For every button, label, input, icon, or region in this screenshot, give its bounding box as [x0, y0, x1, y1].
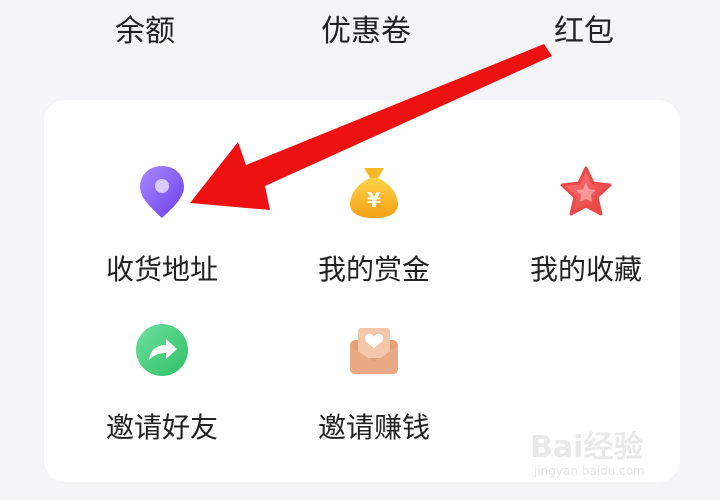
- watermark-brand: Bai经验: [530, 430, 644, 465]
- asset-summary-row: 余额 优惠卷 红包: [0, 0, 720, 70]
- red-packet-item[interactable]: 红包: [494, 10, 674, 54]
- share-arrow-icon: [136, 324, 188, 376]
- watermark-url: jingyan.baidu.com: [534, 464, 645, 478]
- grid-item-my-bounty[interactable]: ¥ 我的赏金: [268, 162, 480, 312]
- svg-text:¥: ¥: [367, 188, 381, 212]
- coupon-item[interactable]: 优惠卷: [276, 10, 456, 54]
- balance-label: 余额: [115, 14, 175, 49]
- envelope-heart-icon: [350, 328, 398, 374]
- balance-item[interactable]: 余额: [55, 10, 235, 54]
- location-pin-icon: [140, 166, 184, 218]
- red-packet-label: 红包: [554, 14, 614, 49]
- money-bag-icon: ¥: [350, 168, 398, 218]
- watermark: Bai经验 jingyan.baidu.com: [530, 412, 690, 492]
- grid-item-my-favorites[interactable]: 我的收藏: [480, 162, 692, 312]
- coupon-label: 优惠卷: [321, 14, 411, 49]
- grid-item-label: 邀请好友: [105, 411, 218, 444]
- grid-item-invite-friends[interactable]: 邀请好友: [56, 320, 268, 470]
- grid-item-shipping-address[interactable]: 收货地址: [56, 162, 268, 312]
- star-icon: [560, 166, 612, 216]
- grid-item-label: 收货地址: [105, 253, 218, 286]
- grid-item-label: 邀请赚钱: [317, 411, 430, 444]
- grid-item-label: 我的赏金: [317, 253, 430, 286]
- grid-item-invite-earn[interactable]: 邀请赚钱: [268, 320, 480, 470]
- grid-item-label: 我的收藏: [529, 253, 642, 286]
